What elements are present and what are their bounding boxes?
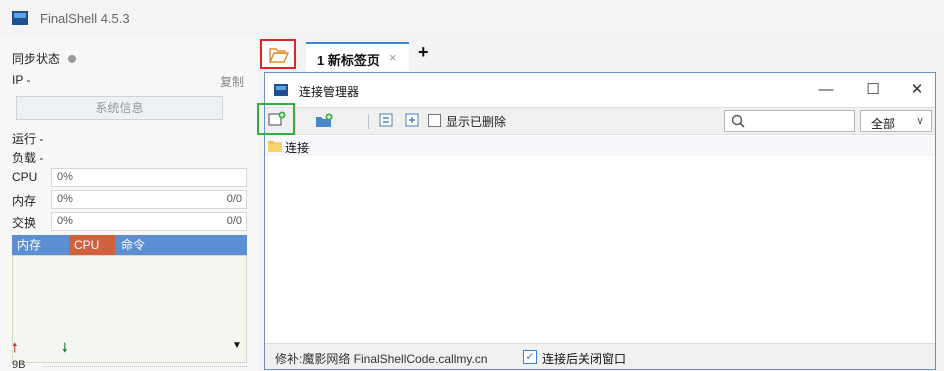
connection-manager-dialog: 连接管理器 — ☐ ✕ 显示已删除 全部 ∨ 连接 修补:魔影网络 FinalS… xyxy=(257,72,936,370)
sync-status: 同步状态 xyxy=(12,50,77,67)
memory-meter: 0% 0/0 xyxy=(51,190,247,209)
new-connection-button[interactable] xyxy=(257,103,295,135)
swap-value: 0% xyxy=(57,215,73,227)
sync-status-label: 同步状态 xyxy=(12,52,61,66)
collapse-all-icon[interactable] xyxy=(379,113,393,127)
system-info-button[interactable]: 系统信息 xyxy=(16,96,223,120)
tab-new-tab[interactable]: 1 新标签页 × xyxy=(306,42,409,71)
arrow-up-icon: 🠕 xyxy=(12,340,18,355)
memory-value: 0% xyxy=(57,193,73,205)
close-after-connect-label: 连接后关闭窗口 xyxy=(542,352,627,366)
window-titlebar: FinalShell 4.5.3 xyxy=(0,0,944,36)
tree-item-label: 连接 xyxy=(285,141,310,155)
expand-all-icon[interactable] xyxy=(405,113,419,127)
filter-dropdown[interactable]: 全部 ∨ xyxy=(860,110,932,132)
search-icon xyxy=(731,114,745,128)
search-field[interactable] xyxy=(724,110,855,132)
toolbar-divider xyxy=(368,114,369,129)
open-connection-manager-button[interactable] xyxy=(260,39,296,69)
cpu-label: CPU xyxy=(12,170,38,184)
tree-item-connections[interactable]: 连接 xyxy=(265,136,935,156)
ip-label: IP - xyxy=(12,73,31,87)
finalshell-logo-icon xyxy=(12,11,28,25)
dialog-statusbar: 修补:魔影网络 FinalShellCode.callmy.cn ✓ 连接后关闭… xyxy=(265,343,935,369)
load-status: 负载 - xyxy=(12,151,44,165)
finalshell-logo-icon xyxy=(274,84,288,96)
show-deleted-label: 显示已删除 xyxy=(446,115,507,129)
swap-label: 交换 xyxy=(12,216,37,230)
chevron-down-icon: ∨ xyxy=(916,115,925,127)
memory-label: 内存 xyxy=(12,194,37,208)
cpu-meter: 0% xyxy=(51,168,247,187)
folder-icon xyxy=(268,141,282,152)
dialog-title: 连接管理器 xyxy=(299,85,360,99)
filter-value: 全部 xyxy=(871,117,896,131)
new-connection-icon xyxy=(268,111,286,126)
sidebar: 同步状态 IP - 复制 系统信息 运行 - 负载 - CPU 0% 内存 0%… xyxy=(0,36,258,371)
copy-ip-button[interactable]: 复制 xyxy=(220,73,244,90)
dialog-close-button[interactable]: ✕ xyxy=(904,79,930,101)
dialog-titlebar[interactable]: 连接管理器 — ☐ ✕ xyxy=(265,73,935,107)
minimize-button[interactable]: — xyxy=(813,79,839,101)
patch-note: 修补:魔影网络 FinalShellCode.callmy.cn xyxy=(275,352,488,366)
cpu-value: 0% xyxy=(57,171,73,183)
window-title: FinalShell 4.5.3 xyxy=(40,11,130,26)
process-tab-cpu[interactable]: CPU xyxy=(69,235,115,255)
folder-open-icon xyxy=(269,48,289,63)
sync-status-indicator xyxy=(68,55,77,63)
network-graph xyxy=(44,366,247,367)
run-status: 运行 - xyxy=(12,132,44,146)
network-value: 9B xyxy=(12,359,26,371)
search-input[interactable] xyxy=(751,113,851,129)
new-folder-icon[interactable] xyxy=(315,113,333,129)
session-tabbar: 1 新标签页 × + xyxy=(258,36,944,71)
triangle-down-icon[interactable]: ▼ xyxy=(232,340,242,351)
process-list xyxy=(12,255,247,363)
process-tab-memory[interactable]: 内存 xyxy=(12,235,46,255)
arrow-down-icon: 🠗 xyxy=(62,340,68,355)
add-tab-button[interactable]: + xyxy=(418,42,429,63)
tab-label: 1 新标签页 xyxy=(317,53,380,68)
process-table-header: 内存 CPU 命令 xyxy=(12,235,247,255)
show-deleted-checkbox[interactable] xyxy=(428,114,441,127)
maximize-button[interactable]: ☐ xyxy=(860,79,886,101)
close-after-connect-checkbox[interactable]: ✓ xyxy=(523,350,537,364)
dialog-toolbar: 显示已删除 全部 ∨ xyxy=(257,103,935,135)
close-icon[interactable]: × xyxy=(389,50,397,65)
process-tab-command[interactable]: 命令 xyxy=(116,235,150,255)
memory-usage: 0/0 xyxy=(226,193,242,205)
swap-meter: 0% 0/0 xyxy=(51,212,247,231)
swap-usage: 0/0 xyxy=(226,215,242,227)
